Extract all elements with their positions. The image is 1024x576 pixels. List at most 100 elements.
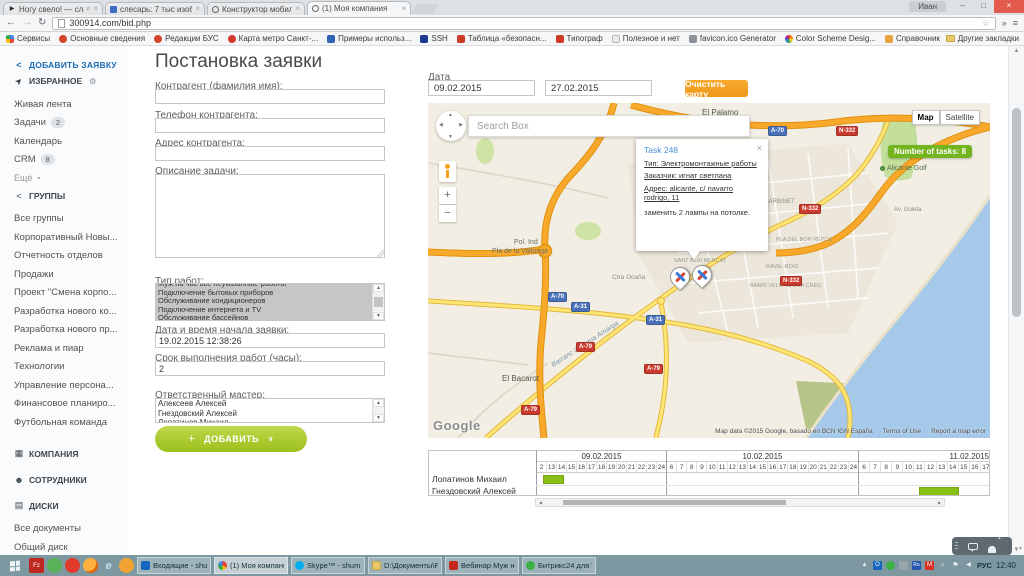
flag-icon[interactable]: ⚑	[951, 561, 960, 570]
tab-close-icon[interactable]: ×	[195, 5, 200, 13]
taskbar-button[interactable]: D:\Документы\Рабо...	[368, 557, 442, 574]
bookmark-item[interactable]: Основные сведения	[59, 34, 145, 43]
street-view-pegman[interactable]	[439, 161, 456, 182]
sidebar-item[interactable]: CRM8	[14, 151, 128, 170]
select-option[interactable]: Обслуживание кондиционеров	[156, 297, 372, 306]
select-option[interactable]: Алексеев Алексей	[156, 399, 372, 409]
tray-expand-icon[interactable]: ▲	[860, 561, 869, 570]
punto-tray-icon[interactable]	[912, 561, 921, 570]
list-scrollbar[interactable]: ▲ ▼	[372, 399, 384, 422]
sidebar-add-request[interactable]: <ДОБАВИТЬ ЗАЯВКУ	[14, 57, 128, 73]
address-bar[interactable]: 300914.com/bid.php ☆	[52, 17, 995, 30]
sidebar-item[interactable]: Отчетность отделов	[14, 247, 128, 266]
terms-link[interactable]: Terms of Use	[883, 428, 921, 435]
internet-explorer-icon[interactable]: e	[101, 558, 116, 573]
map-search-input[interactable]	[468, 115, 750, 137]
select-option[interactable]: Гнездовский Алексей	[156, 409, 372, 419]
task-address[interactable]: Адрес: alicante, c/ navarro rodrigo, 11	[644, 184, 760, 203]
extensions-icon[interactable]: »	[1002, 18, 1007, 28]
sidebar-item[interactable]: Финансовое планиро...	[14, 395, 128, 414]
master-list[interactable]: Алексеев АлексейГнездовский АлексейЛопат…	[155, 398, 385, 423]
back-icon[interactable]: ←	[6, 18, 16, 28]
taskbar-button[interactable]: (1) Моя компания - ...	[214, 557, 288, 574]
sidebar-item[interactable]: Все группы	[14, 210, 128, 229]
taskbar-button[interactable]: Битрикс24 для Wind...	[522, 557, 596, 574]
pan-down-icon[interactable]: ▼	[448, 134, 453, 140]
bookmark-item[interactable]: Примеры использ...	[327, 34, 411, 43]
work-type-list[interactable]: Муж на час все неуказанные работыПодключ…	[155, 283, 385, 321]
close-icon[interactable]: ×	[757, 143, 762, 153]
taskbar-button[interactable]: Вебинар Муж на ча...	[445, 557, 519, 574]
url-text[interactable]: 300914.com/bid.php	[69, 18, 977, 28]
close-button[interactable]: ×	[994, 0, 1024, 13]
map-pan-control[interactable]: ▲ ▼ ◀ ▶	[436, 111, 466, 141]
sidebar-item[interactable]: Продажи	[14, 265, 128, 284]
sidebar-item[interactable]: Проект "Смена корпо...	[14, 284, 128, 303]
page-scrollbar[interactable]: ▲ ▼	[1008, 46, 1024, 555]
description-textarea[interactable]	[155, 174, 385, 258]
maximize-button[interactable]: □	[973, 0, 994, 13]
bookmark-item[interactable]: Таблица «безопасн...	[457, 34, 547, 43]
filezilla-icon[interactable]: Fz	[29, 558, 44, 573]
browser-tab[interactable]: слесарь: 7 тыс изображ×	[105, 2, 205, 15]
sidebar-section-header[interactable]: ☻СОТРУДНИКИ	[14, 472, 128, 488]
task-type[interactable]: Тип: Электромонтажные работы	[644, 159, 760, 168]
gantt-task-bar[interactable]	[919, 487, 959, 496]
resize-handle-icon[interactable]	[377, 250, 384, 257]
tab-close-icon[interactable]: ×	[401, 5, 406, 13]
list-scrollbar[interactable]: ▲ ▼	[372, 284, 384, 320]
contractor-input[interactable]	[155, 89, 385, 104]
orange-app-icon[interactable]	[119, 558, 134, 573]
sidebar-item[interactable]: Разработка нового ко...	[14, 302, 128, 321]
sidebar-item[interactable]: Управление персона...	[14, 376, 128, 395]
outlook-tray-icon[interactable]	[873, 561, 882, 570]
pan-up-icon[interactable]: ▲	[448, 112, 453, 118]
browser-tab[interactable]: (1) Моя компания×	[307, 1, 411, 15]
start-input[interactable]	[155, 333, 385, 348]
bookmark-item[interactable]: favicon.ico Generator	[689, 34, 776, 43]
start-button[interactable]	[4, 557, 26, 574]
scroll-right-icon[interactable]: ▶	[935, 499, 944, 506]
sidebar-item[interactable]: Ещё▾	[14, 169, 128, 188]
green-app-icon[interactable]	[47, 558, 62, 573]
sidebar-section-header[interactable]: ➤ИЗБРАННОЕ⚙	[14, 73, 128, 89]
sidebar-item[interactable]: Разработка нового пр...	[14, 321, 128, 340]
sidebar-item[interactable]: Реклама и пиар	[14, 339, 128, 358]
bookmark-item[interactable]: Редакции БУС	[154, 34, 219, 43]
clear-map-button[interactable]: Очистить карту	[685, 80, 748, 97]
drag-handle[interactable]	[955, 542, 958, 550]
task-link[interactable]: Task 248	[644, 145, 760, 155]
bookmark-item[interactable]: Color Scheme Desig...	[785, 34, 876, 43]
minimize-button[interactable]: –	[952, 0, 973, 13]
scroll-down-icon[interactable]: ▼	[373, 414, 384, 422]
tab-close-icon[interactable]: ×	[93, 5, 98, 13]
language-indicator[interactable]: РУС	[977, 561, 992, 570]
scroll-up-icon[interactable]: ▲	[373, 284, 384, 292]
sidebar-item[interactable]: Все документы	[14, 520, 128, 539]
sidebar-item[interactable]: Технологии	[14, 358, 128, 377]
phone-input[interactable]	[155, 118, 385, 133]
scroll-down-icon[interactable]: ▼	[373, 312, 384, 320]
task-marker[interactable]	[669, 266, 691, 296]
tab-close-icon[interactable]: ×	[295, 5, 300, 13]
widget-collapse-icon[interactable]: ▾	[1019, 545, 1022, 552]
bookmark-item[interactable]: SSH	[420, 34, 447, 43]
browser-tab[interactable]: Конструктор мобильног×	[207, 2, 305, 15]
browser-profile[interactable]: Иван	[909, 1, 946, 12]
messenger-widget[interactable]: 1	[952, 537, 1012, 555]
sidebar-section-header[interactable]: ▦КОМПАНИЯ	[14, 446, 128, 462]
gantt-task-bar[interactable]	[543, 475, 564, 484]
notifications[interactable]: 1	[988, 539, 996, 553]
gantt-scrollbar[interactable]: ◀▶	[535, 498, 945, 507]
map[interactable]: El PalamoAlicante GolfGARBINETAv. Goleta…	[428, 103, 990, 438]
taskbar-button[interactable]: Входящие - shum@...	[137, 557, 211, 574]
refresh-icon[interactable]: ↻	[38, 18, 46, 28]
map-type-map[interactable]: Map	[912, 110, 940, 125]
pan-right-icon[interactable]: ▶	[459, 122, 463, 128]
select-option[interactable]: Обслуживание бассейнов	[156, 314, 372, 321]
gear-icon[interactable]: ⚙	[89, 77, 96, 86]
scroll-up-icon[interactable]: ▲	[373, 399, 384, 407]
scroll-thumb[interactable]	[1012, 108, 1021, 317]
mail-tray-icon[interactable]	[925, 561, 934, 570]
chat-icon[interactable]	[968, 543, 978, 550]
